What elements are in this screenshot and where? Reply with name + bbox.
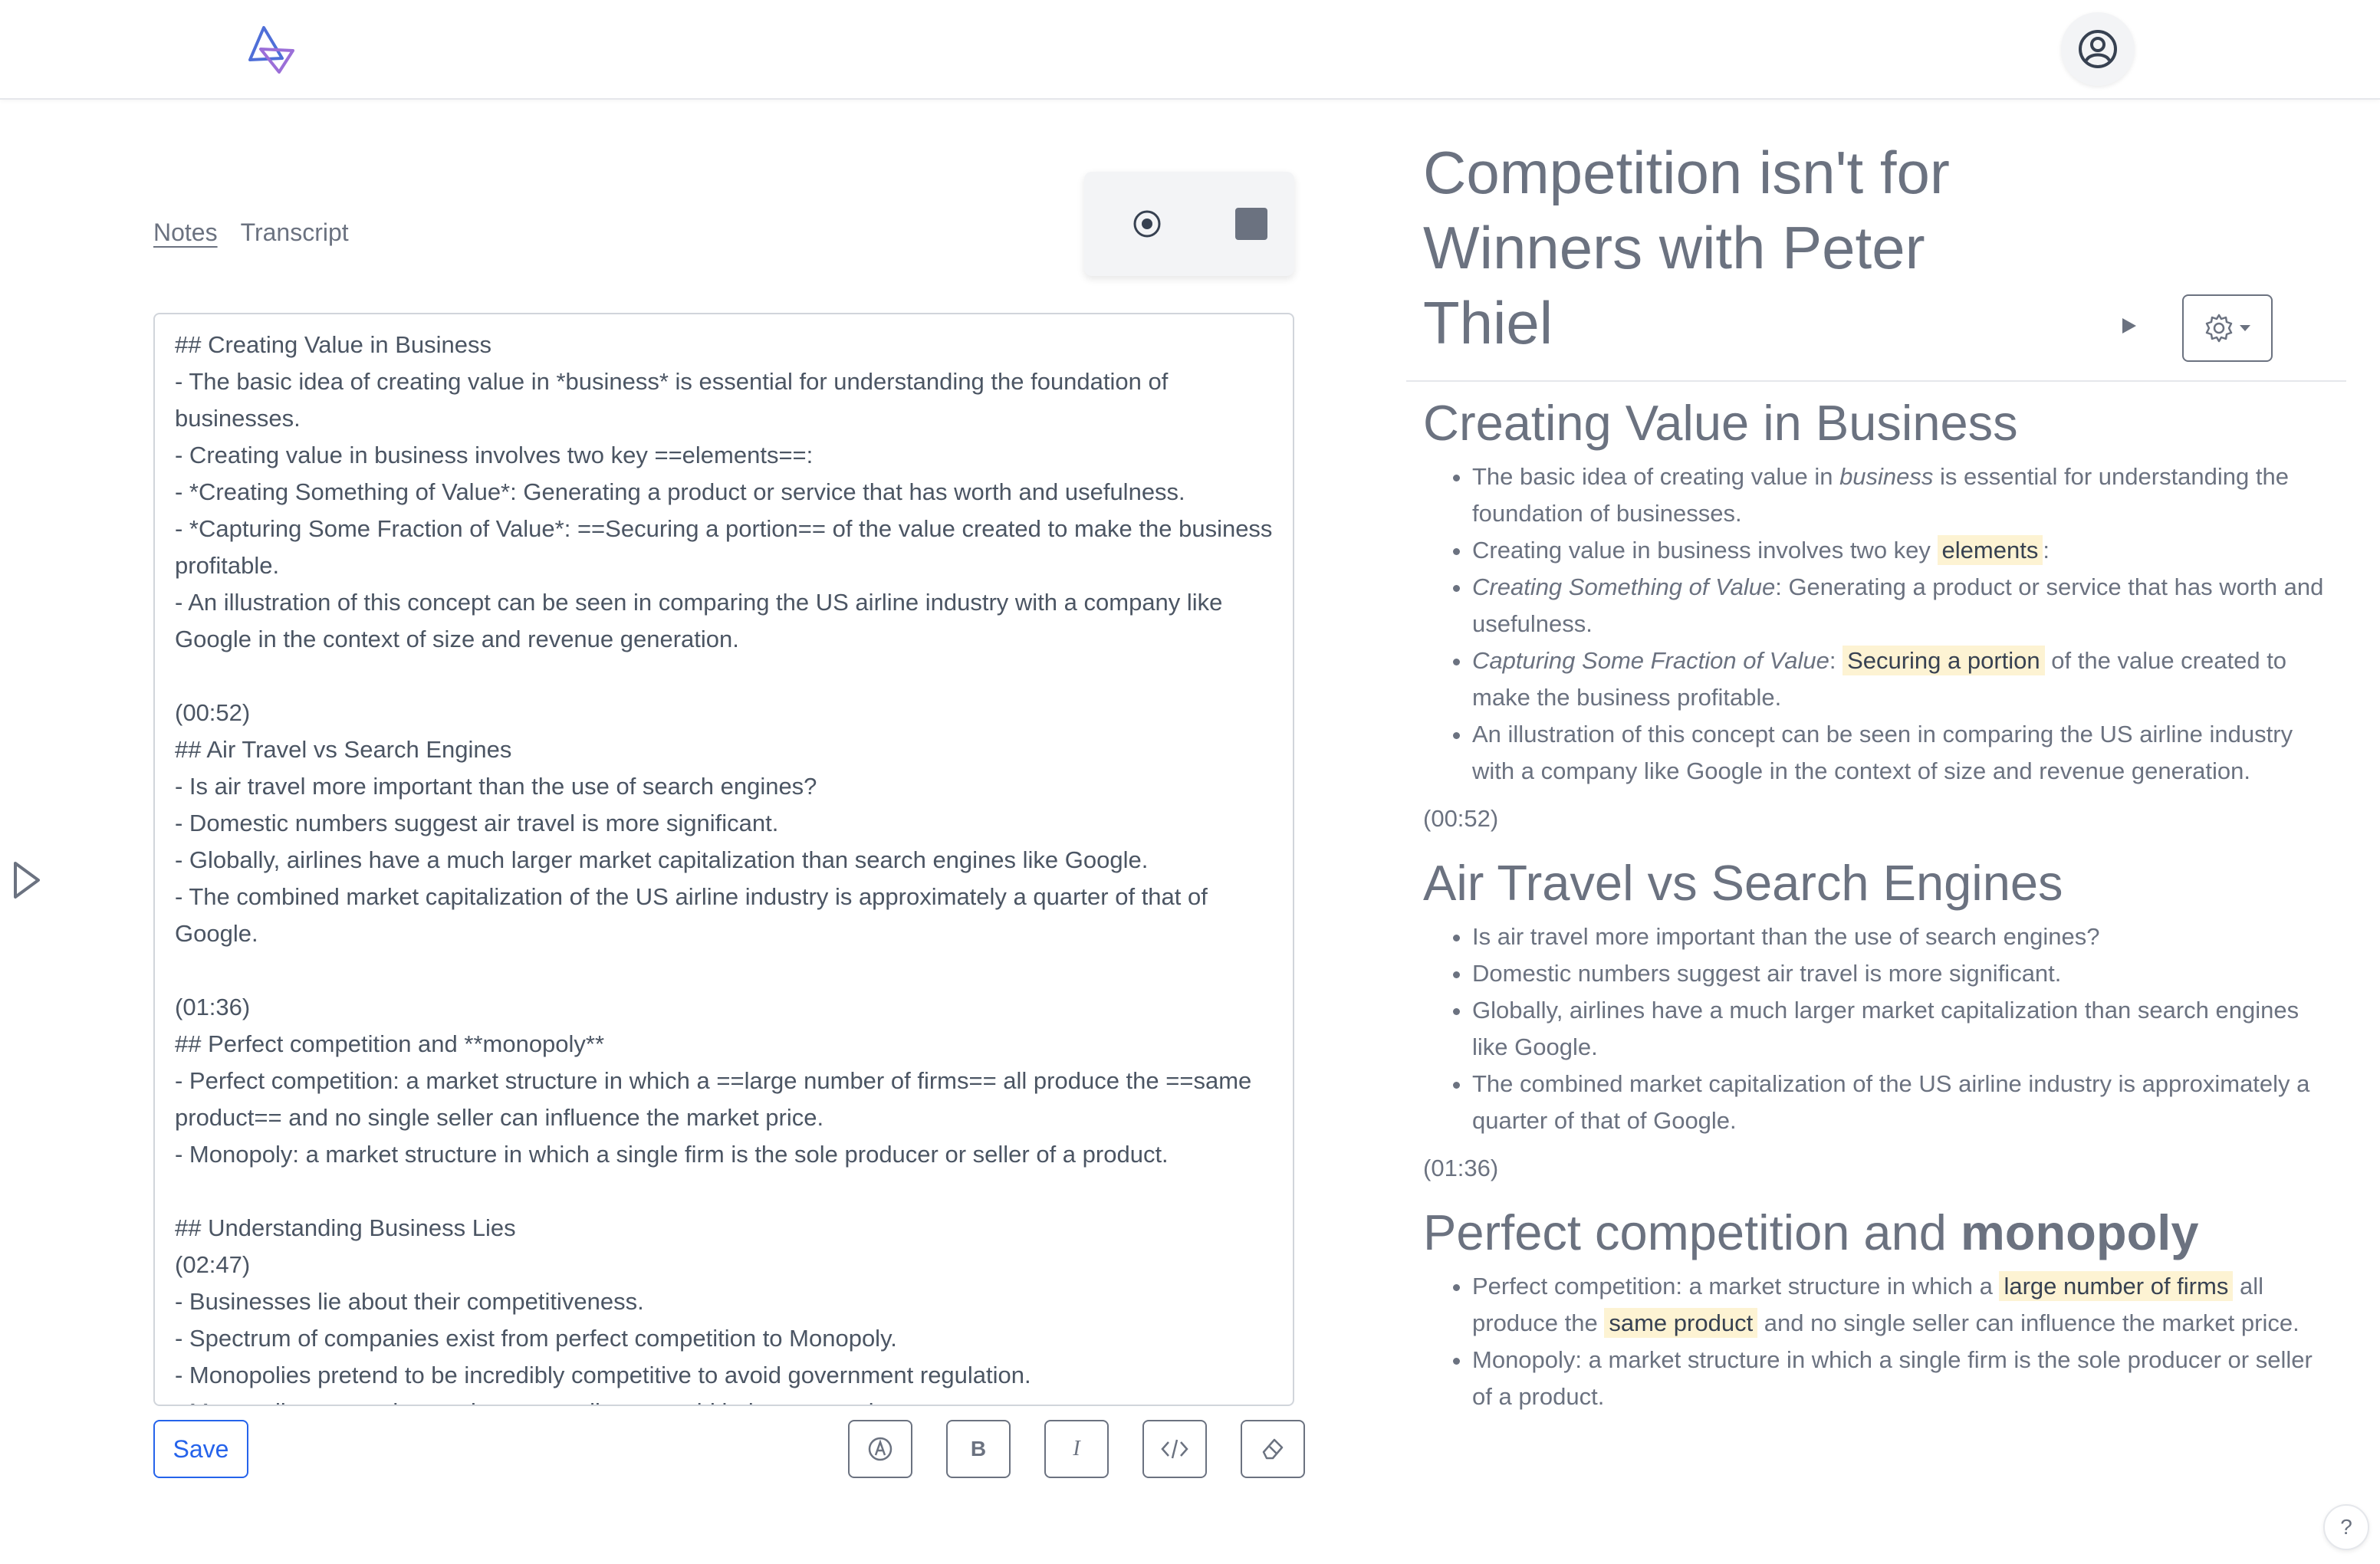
list-item: Domestic numbers suggest air travel is m… — [1472, 955, 2331, 992]
highlighter-icon — [868, 1437, 893, 1461]
list-item: Creating value in business involves two … — [1472, 532, 2331, 569]
gear-icon — [2205, 314, 2233, 343]
preview-heading-air-travel: Air Travel vs Search Engines — [1423, 855, 2063, 911]
code-icon — [1161, 1439, 1188, 1459]
clear-format-button[interactable] — [1241, 1420, 1305, 1478]
record-icon — [1133, 210, 1161, 238]
play-icon — [2122, 318, 2136, 334]
list-item: Monopoly: a market structure in which a … — [1472, 1342, 2331, 1415]
user-circle-icon — [2079, 30, 2117, 68]
editor-tabs: Notes Transcript — [153, 213, 349, 251]
timestamp: (00:52) — [1423, 805, 1499, 832]
list-item: Perfect competition: a market structure … — [1472, 1268, 2331, 1342]
highlight-mark: large number of firms — [1999, 1271, 2234, 1301]
preview-list-creating-value: The basic idea of creating value in busi… — [1423, 458, 2331, 790]
list-item: An illustration of this concept can be s… — [1472, 716, 2331, 790]
save-button[interactable]: Save — [153, 1420, 248, 1478]
app-logo-icon[interactable] — [244, 21, 299, 77]
sidebar-expand-button[interactable] — [9, 860, 43, 900]
list-item: The basic idea of creating value in busi… — [1472, 458, 2331, 532]
record-button[interactable] — [1119, 196, 1175, 251]
list-item: Capturing Some Fraction of Value: Securi… — [1472, 642, 2331, 716]
tab-notes[interactable]: Notes — [153, 213, 218, 251]
code-button[interactable] — [1142, 1420, 1207, 1478]
list-item: Creating Something of Value: Generating … — [1472, 569, 2331, 642]
list-item: Globally, airlines have a much larger ma… — [1472, 992, 2331, 1066]
document-title: Competition isn't for Winners with Peter… — [1423, 139, 1950, 356]
preview-list-perfect-competition: Perfect competition: a market structure … — [1423, 1268, 2331, 1415]
preview-list-air-travel: Is air travel more important than the us… — [1423, 918, 2331, 1139]
play-button[interactable] — [2113, 307, 2144, 345]
tab-transcript[interactable]: Transcript — [241, 213, 349, 251]
preview-heading-perfect-competition: Perfect competition and monopoly — [1423, 1204, 2199, 1260]
play-outline-icon — [14, 862, 40, 899]
user-avatar-button[interactable] — [2061, 12, 2135, 86]
highlight-button[interactable] — [848, 1420, 912, 1478]
list-item: Is air travel more important than the us… — [1472, 918, 2331, 955]
timestamp: (01:36) — [1423, 1155, 1499, 1181]
title-divider — [1406, 380, 2346, 382]
highlight-mark: same product — [1604, 1308, 1758, 1338]
notes-preview: Creating Value in Business The basic ide… — [1423, 383, 2331, 1564]
notes-editor[interactable]: ## Creating Value in Business - The basi… — [153, 313, 1294, 1406]
preview-heading-creating-value: Creating Value in Business — [1423, 395, 2018, 451]
top-navbar — [0, 0, 2380, 100]
highlight-mark: Securing a portion — [1843, 646, 2045, 675]
stop-button[interactable] — [1224, 196, 1279, 251]
stop-icon — [1235, 208, 1267, 240]
help-button[interactable]: ? — [2323, 1504, 2369, 1550]
list-item: The combined market capitalization of th… — [1472, 1066, 2331, 1139]
bold-button[interactable]: B — [946, 1420, 1011, 1478]
notes-editor-text[interactable]: ## Creating Value in Business - The basi… — [155, 314, 1293, 1405]
recording-controls — [1084, 172, 1294, 276]
italic-button[interactable]: I — [1044, 1420, 1109, 1478]
caret-down-icon — [2240, 325, 2250, 331]
settings-dropdown-button[interactable] — [2182, 294, 2273, 362]
highlight-mark: elements — [1937, 535, 2043, 565]
eraser-icon — [1262, 1438, 1284, 1460]
